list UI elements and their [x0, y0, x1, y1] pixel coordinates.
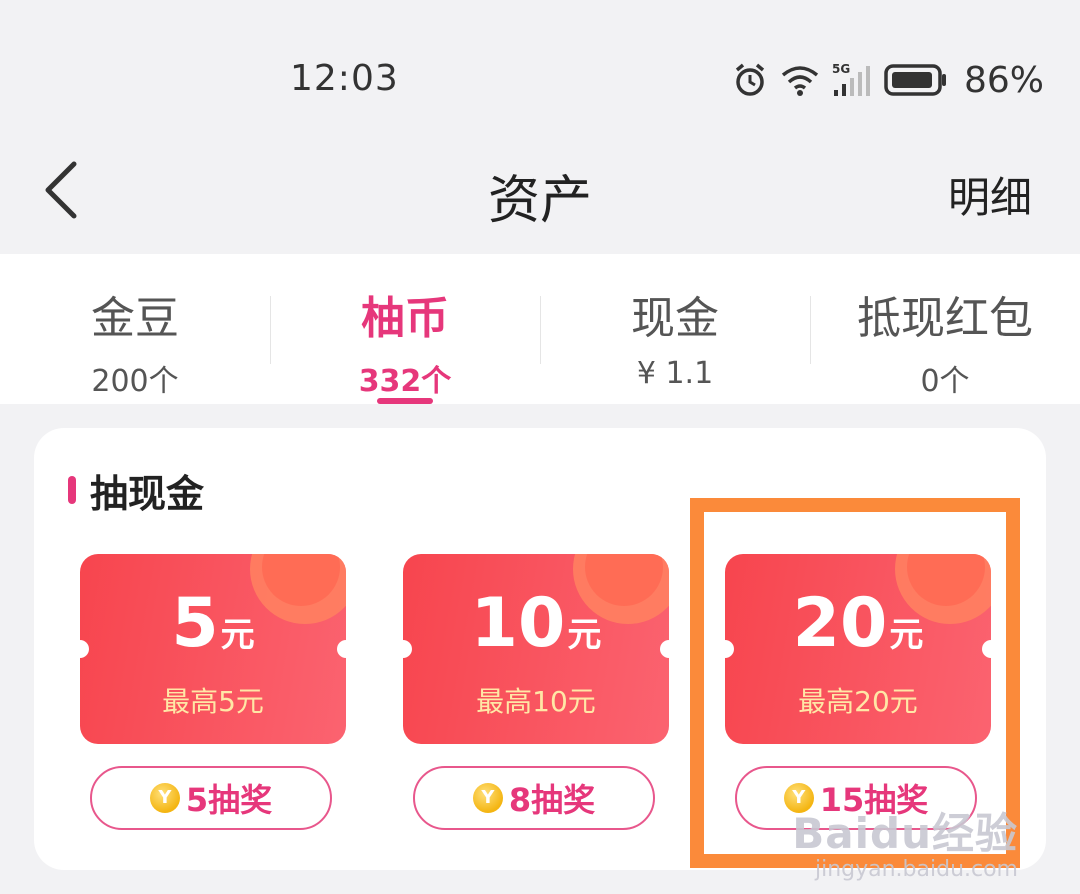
tab-label: 抵现红包 — [857, 293, 1033, 344]
prize-amount-number: 10 — [470, 584, 566, 663]
prize-item: 5元 最高5元 Y 5抽奖 — [80, 554, 346, 830]
tab-youbi[interactable]: 柚币 332个 — [270, 254, 540, 404]
prize-amount-unit: 元 — [220, 615, 255, 655]
prize-item: 10元 最高10元 Y 8抽奖 — [403, 554, 669, 830]
status-bar: 12:03 5G 86% — [0, 0, 1080, 130]
tab-divider — [810, 296, 811, 364]
tab-label: 现金 — [631, 293, 719, 344]
prize-item: 20元 最高20元 Y 15抽奖 — [725, 554, 991, 830]
prize-ticket[interactable]: 20元 最高20元 — [725, 554, 991, 744]
prize-amount-number: 20 — [792, 584, 888, 663]
page-title: 资产 — [487, 171, 592, 231]
draw-button-label: 5抽奖 — [185, 781, 273, 819]
prize-max-label: 最高20元 — [798, 685, 918, 718]
draw-button-label: 15抽奖 — [819, 781, 929, 819]
section-title: 抽现金 — [90, 471, 205, 516]
tab-count: 0个 — [920, 364, 970, 399]
active-tab-indicator — [377, 398, 433, 404]
draw-button[interactable]: Y 8抽奖 — [413, 766, 655, 830]
asset-tabs: 金豆 200个 柚币 332个 现金 ¥ 1.1 抵现红包 0个 — [0, 254, 1080, 404]
battery-icon — [884, 63, 948, 97]
draw-button-label: 8抽奖 — [508, 781, 596, 819]
signal-5g-icon: 5G — [832, 62, 872, 98]
prize-ticket[interactable]: 5元 最高5元 — [80, 554, 346, 744]
coin-icon: Y — [149, 783, 180, 813]
prize-amount: 20元 — [725, 584, 991, 663]
coin-icon: Y — [472, 783, 503, 813]
section-accent-bar — [68, 476, 76, 504]
tab-label: 柚币 — [361, 293, 449, 344]
tab-jindou[interactable]: 金豆 200个 — [0, 254, 270, 404]
tab-count: 332个 — [358, 364, 452, 399]
network-label: 5G — [832, 62, 850, 76]
tab-cash[interactable]: 现金 ¥ 1.1 — [540, 254, 810, 404]
wifi-icon — [780, 63, 820, 97]
nav-bar: 资产 明细 — [0, 130, 1080, 254]
draw-button[interactable]: Y 15抽奖 — [735, 766, 977, 830]
prize-amount: 5元 — [80, 584, 346, 663]
prize-amount-unit: 元 — [889, 615, 924, 655]
prize-amount: 10元 — [403, 584, 669, 663]
detail-link[interactable]: 明细 — [948, 164, 1032, 225]
coin-icon: Y — [783, 783, 814, 813]
tab-label: 金豆 — [91, 293, 179, 344]
prize-amount-unit: 元 — [567, 615, 602, 655]
prize-ticket[interactable]: 10元 最高10元 — [403, 554, 669, 744]
battery-percent: 86% — [963, 59, 1044, 101]
tab-divider — [540, 296, 541, 364]
status-time: 12:03 — [290, 58, 399, 99]
draw-button[interactable]: Y 5抽奖 — [90, 766, 332, 830]
status-icons: 5G 86% — [732, 58, 1044, 102]
prize-max-label: 最高10元 — [476, 685, 596, 718]
tab-divider — [270, 296, 271, 364]
section-header: 抽现金 — [68, 468, 204, 516]
alarm-icon — [732, 62, 768, 98]
tab-count: ¥ 1.1 — [636, 356, 714, 391]
prize-amount-number: 5 — [171, 584, 219, 663]
prize-max-label: 最高5元 — [162, 685, 264, 718]
tab-red-packet[interactable]: 抵现红包 0个 — [810, 254, 1080, 404]
draw-cash-card: 抽现金 5元 最高5元 Y 5抽奖 10元 最高10元 Y 8抽奖 20元 最高… — [34, 428, 1046, 870]
tab-count: 200个 — [91, 364, 179, 399]
